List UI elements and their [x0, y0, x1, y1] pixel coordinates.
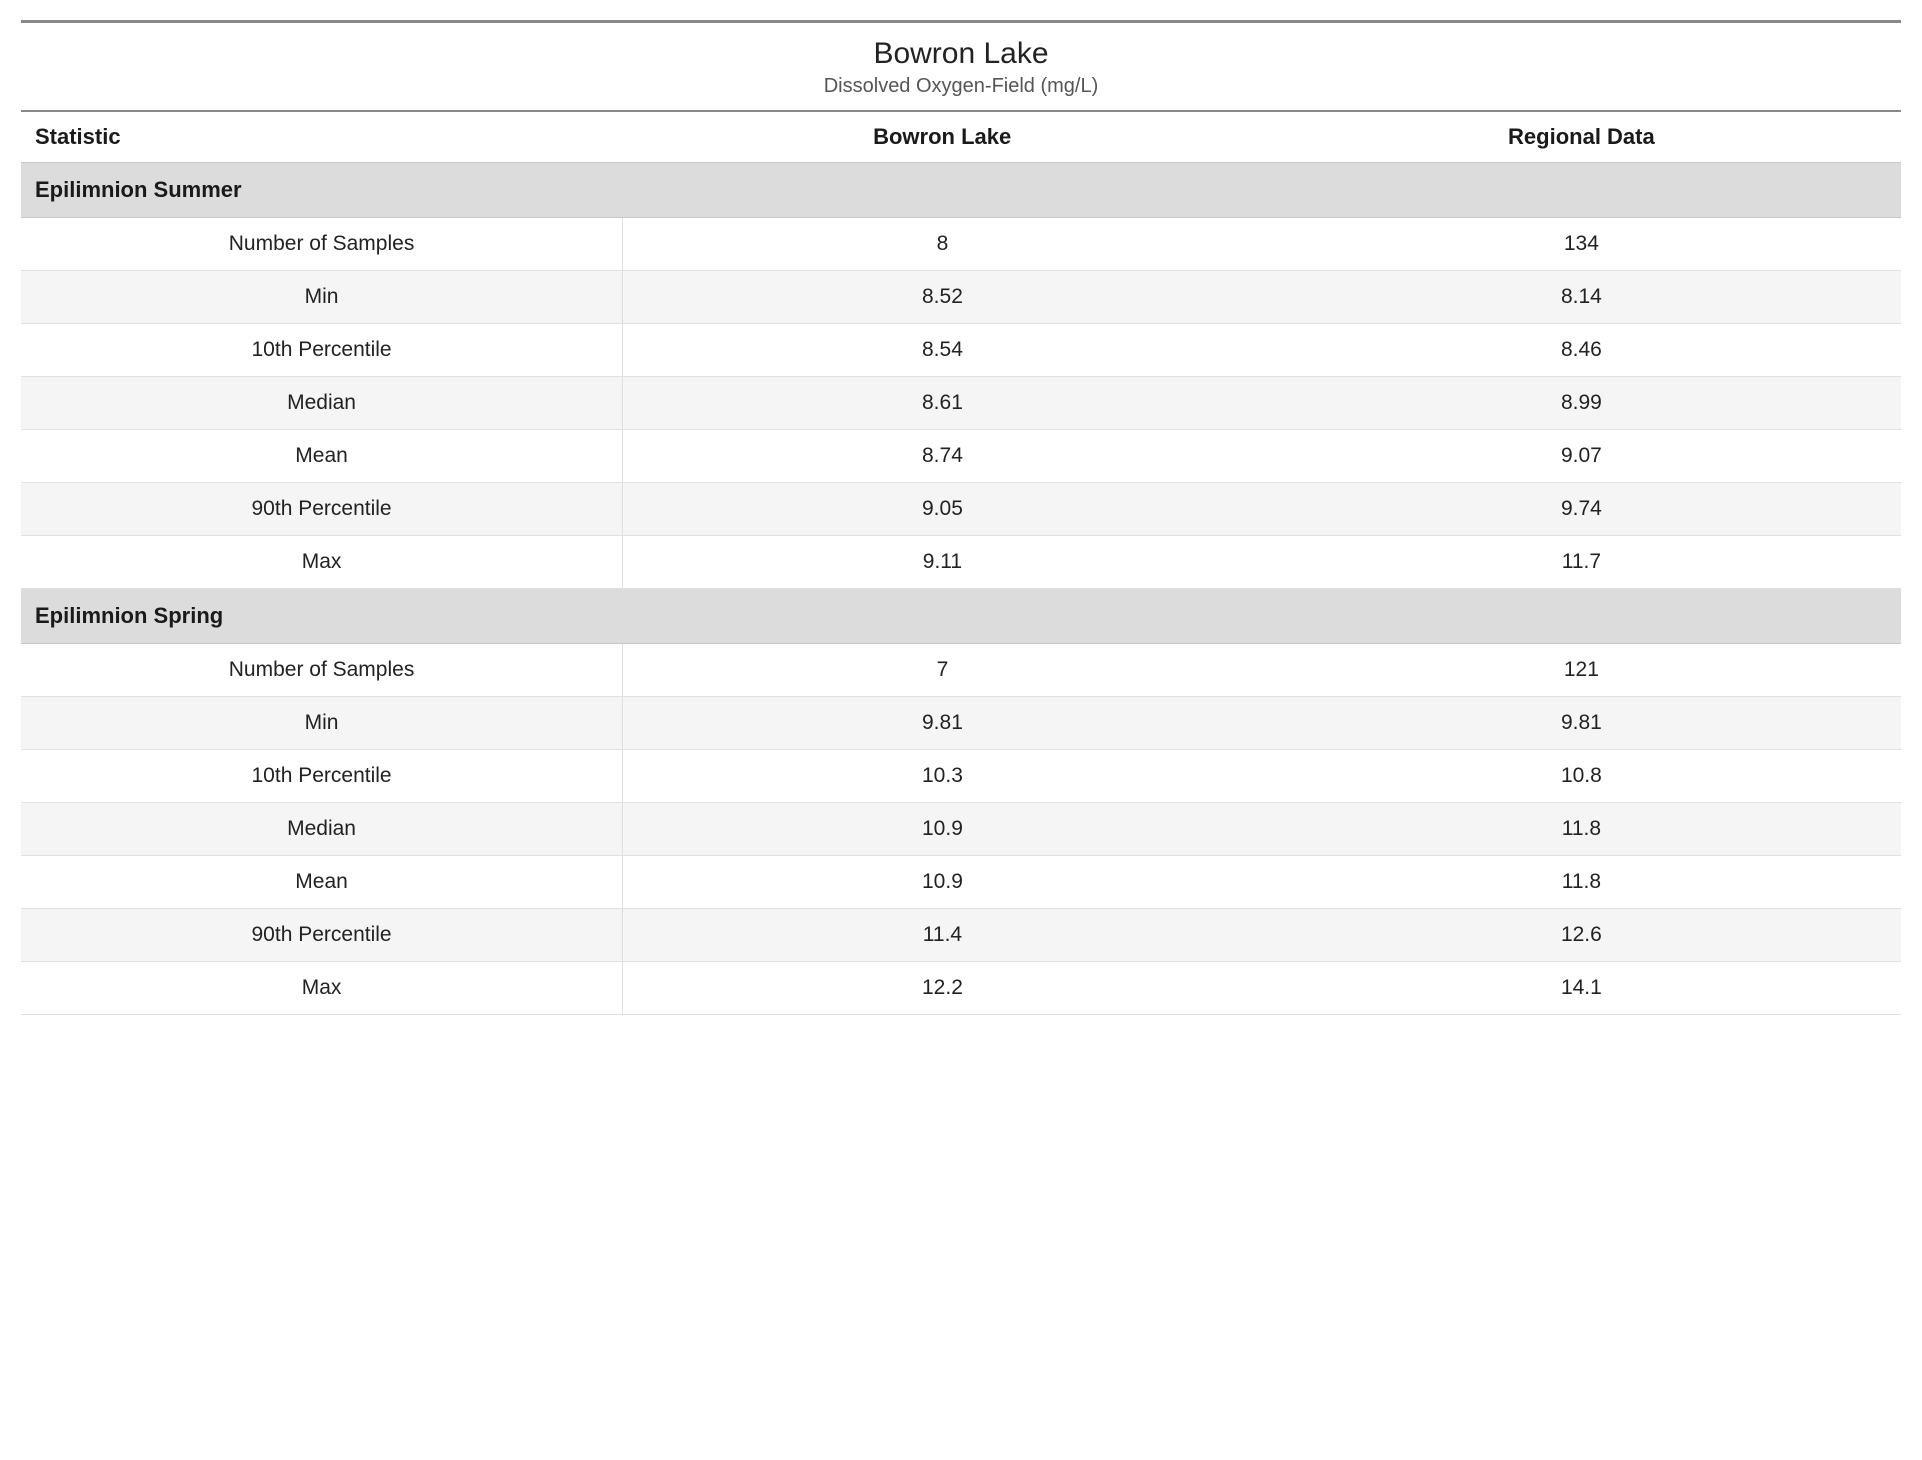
stat-regional: 9.81	[1262, 697, 1901, 750]
stat-regional: 11.8	[1262, 803, 1901, 856]
stat-regional: 8.99	[1262, 377, 1901, 430]
stat-lake: 8.61	[623, 377, 1262, 430]
stat-lake: 8.74	[623, 430, 1262, 483]
table-body: Epilimnion Summer Number of Samples 8 13…	[21, 163, 1901, 1015]
stat-lake: 11.4	[623, 909, 1262, 962]
stats-table-container: Bowron Lake Dissolved Oxygen-Field (mg/L…	[21, 20, 1901, 1015]
subtitle-row: Dissolved Oxygen-Field (mg/L)	[21, 73, 1901, 111]
stat-lake: 8	[623, 218, 1262, 271]
stat-regional: 10.8	[1262, 750, 1901, 803]
section-header: Epilimnion Spring	[21, 589, 1901, 644]
stat-label: 90th Percentile	[21, 483, 623, 536]
col-header-regional: Regional Data	[1262, 111, 1901, 163]
stat-label: 90th Percentile	[21, 909, 623, 962]
stat-regional: 11.8	[1262, 856, 1901, 909]
table-row: Min 8.52 8.14	[21, 271, 1901, 324]
stat-regional: 11.7	[1262, 536, 1901, 589]
stat-label: Number of Samples	[21, 218, 623, 271]
title-row: Bowron Lake	[21, 22, 1901, 74]
stat-regional: 121	[1262, 644, 1901, 697]
stat-regional: 8.46	[1262, 324, 1901, 377]
table-row: 90th Percentile 11.4 12.6	[21, 909, 1901, 962]
stat-lake: 8.52	[623, 271, 1262, 324]
stat-lake: 10.9	[623, 803, 1262, 856]
stat-label: 10th Percentile	[21, 750, 623, 803]
table-row: Max 9.11 11.7	[21, 536, 1901, 589]
table-row: Min 9.81 9.81	[21, 697, 1901, 750]
section-name: Epilimnion Spring	[21, 589, 1901, 644]
stat-regional: 134	[1262, 218, 1901, 271]
stat-regional: 9.74	[1262, 483, 1901, 536]
table-row: 10th Percentile 10.3 10.8	[21, 750, 1901, 803]
stat-regional: 12.6	[1262, 909, 1901, 962]
stat-lake: 7	[623, 644, 1262, 697]
stat-label: Min	[21, 271, 623, 324]
stat-label: 10th Percentile	[21, 324, 623, 377]
table-title: Bowron Lake	[21, 22, 1901, 74]
stat-regional: 14.1	[1262, 962, 1901, 1015]
table-row: Median 8.61 8.99	[21, 377, 1901, 430]
table-row: Number of Samples 7 121	[21, 644, 1901, 697]
stat-label: Max	[21, 536, 623, 589]
stat-lake: 10.9	[623, 856, 1262, 909]
stat-lake: 12.2	[623, 962, 1262, 1015]
stats-table: Bowron Lake Dissolved Oxygen-Field (mg/L…	[21, 20, 1901, 1015]
stat-lake: 9.81	[623, 697, 1262, 750]
stat-regional: 9.07	[1262, 430, 1901, 483]
table-row: 90th Percentile 9.05 9.74	[21, 483, 1901, 536]
stat-label: Mean	[21, 856, 623, 909]
table-row: 10th Percentile 8.54 8.46	[21, 324, 1901, 377]
stat-lake: 9.05	[623, 483, 1262, 536]
section-name: Epilimnion Summer	[21, 163, 1901, 218]
stat-label: Mean	[21, 430, 623, 483]
col-header-statistic: Statistic	[21, 111, 623, 163]
table-subtitle: Dissolved Oxygen-Field (mg/L)	[21, 73, 1901, 111]
stat-lake: 8.54	[623, 324, 1262, 377]
stat-label: Max	[21, 962, 623, 1015]
stat-regional: 8.14	[1262, 271, 1901, 324]
section-header: Epilimnion Summer	[21, 163, 1901, 218]
table-row: Number of Samples 8 134	[21, 218, 1901, 271]
stat-lake: 9.11	[623, 536, 1262, 589]
stat-label: Median	[21, 803, 623, 856]
column-header-row: Statistic Bowron Lake Regional Data	[21, 111, 1901, 163]
table-row: Median 10.9 11.8	[21, 803, 1901, 856]
table-row: Max 12.2 14.1	[21, 962, 1901, 1015]
stat-label: Min	[21, 697, 623, 750]
col-header-lake: Bowron Lake	[623, 111, 1262, 163]
stat-lake: 10.3	[623, 750, 1262, 803]
stat-label: Number of Samples	[21, 644, 623, 697]
table-row: Mean 10.9 11.8	[21, 856, 1901, 909]
table-row: Mean 8.74 9.07	[21, 430, 1901, 483]
stat-label: Median	[21, 377, 623, 430]
